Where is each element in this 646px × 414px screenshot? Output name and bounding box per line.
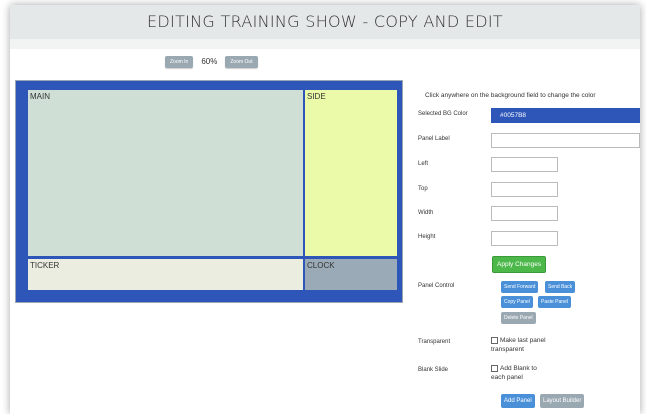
- blank-text-1: Add Blank to: [500, 365, 537, 372]
- left-label: Left: [418, 161, 429, 167]
- panel-label-label: Panel Label: [418, 136, 450, 142]
- panel-main[interactable]: MAIN: [28, 90, 303, 256]
- transparent-label: Transparent: [418, 339, 451, 345]
- color-hint: Click anywhere on the background field t…: [425, 92, 596, 99]
- panel-clock[interactable]: CLOCK: [305, 259, 397, 290]
- page-title: EDITING TRAINING SHOW - COPY AND EDIT: [147, 12, 503, 31]
- panel-side[interactable]: SIDE: [305, 90, 397, 256]
- panel-label: MAIN: [30, 92, 50, 101]
- blank-slide-option[interactable]: Add Blank to each panel: [491, 364, 537, 382]
- zoom-level: 60%: [201, 57, 218, 66]
- title-bar: EDITING TRAINING SHOW - COPY AND EDIT: [10, 5, 640, 39]
- layout-builder-button[interactable]: Layout Builder: [540, 394, 585, 408]
- layout-canvas[interactable]: MAIN SIDE TICKER CLOCK: [15, 80, 403, 303]
- panel-label: CLOCK: [307, 261, 335, 270]
- transparent-text-1: Make last panel: [500, 337, 546, 344]
- width-input[interactable]: [491, 206, 558, 221]
- left-input[interactable]: [491, 157, 558, 172]
- transparent-text-2: transparent: [491, 346, 524, 353]
- blank-slide-checkbox[interactable]: [491, 364, 498, 372]
- top-input[interactable]: [491, 182, 558, 197]
- selected-bg-label: Selected BG Color: [418, 111, 468, 117]
- apply-changes-button[interactable]: Apply Changes: [492, 256, 547, 273]
- panel-label: SIDE: [307, 92, 326, 101]
- panel-ticker[interactable]: TICKER: [28, 259, 303, 290]
- zoom-out-button[interactable]: Zoom Out: [225, 55, 258, 68]
- delete-panel-button[interactable]: Delete Panel: [501, 312, 536, 324]
- add-panel-button[interactable]: Add Panel: [501, 394, 535, 408]
- selected-bg-swatch[interactable]: #0057B8: [491, 108, 640, 123]
- send-back-button[interactable]: Send Back: [545, 281, 576, 293]
- panel-control-label: Panel Control: [418, 283, 455, 289]
- width-label: Width: [418, 210, 434, 216]
- top-label: Top: [418, 186, 428, 192]
- copy-panel-button[interactable]: Copy Panel: [501, 296, 533, 308]
- panel-label: TICKER: [30, 261, 60, 270]
- blank-slide-label: Blank Slide: [418, 367, 449, 373]
- paste-panel-button[interactable]: Paste Panel: [538, 296, 571, 308]
- selected-bg-value: #0057B8: [500, 112, 527, 119]
- transparent-checkbox[interactable]: [491, 336, 498, 344]
- transparent-option[interactable]: Make last panel transparent: [491, 336, 546, 354]
- blank-text-2: each panel: [491, 374, 523, 381]
- zoom-controls: Zoom In 60% Zoom Out: [165, 54, 258, 69]
- send-forward-button[interactable]: Send Forward: [501, 281, 539, 293]
- height-input[interactable]: [491, 231, 558, 246]
- panel-label-input[interactable]: [491, 133, 640, 148]
- sub-bar: [10, 39, 640, 49]
- zoom-in-button[interactable]: Zoom In: [165, 55, 194, 68]
- height-label: Height: [418, 234, 436, 240]
